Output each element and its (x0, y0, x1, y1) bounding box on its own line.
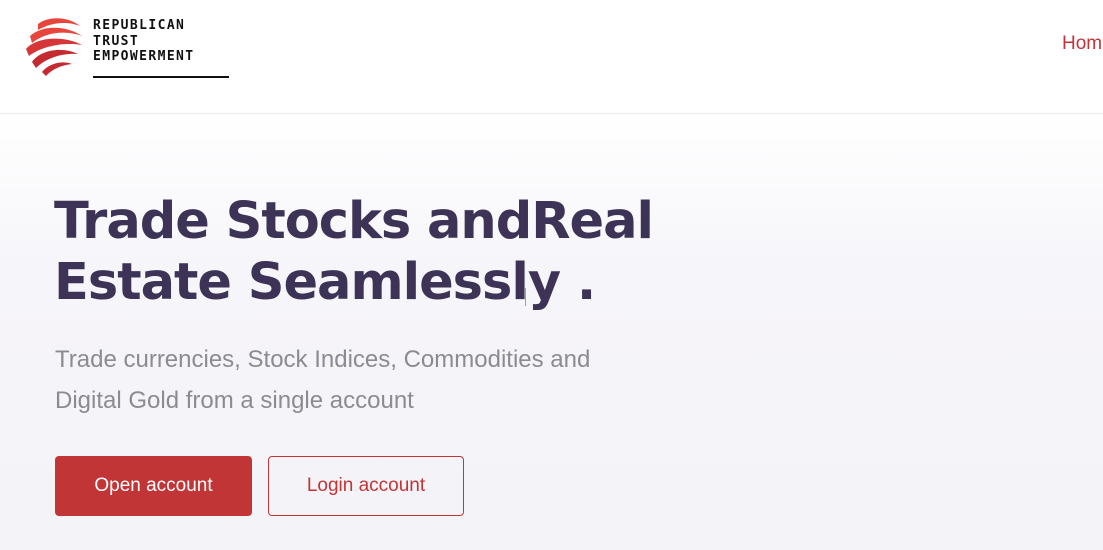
text-cursor (525, 288, 526, 306)
logo-swoosh-icon (26, 18, 82, 76)
logo-line-2: TRUST (93, 33, 140, 49)
hero-title-line-2: Estate Seamlessly . (54, 253, 596, 312)
nav-home-link[interactable]: Hom (1062, 33, 1102, 55)
login-account-button[interactable]: Login account (268, 456, 464, 516)
logo-wordmark: REPUBLICAN TRUST EMPOWERMENT (93, 18, 195, 65)
hero-subtitle-line-1: Trade currencies, Stock Indices, Commodi… (55, 346, 591, 373)
site-logo[interactable]: REPUBLICAN TRUST EMPOWERMENT (24, 14, 234, 78)
hero-subtitle-line-2: Digital Gold from a single account (55, 387, 414, 414)
logo-line-1: REPUBLICAN (93, 18, 186, 33)
hero-title: Trade Stocks andReal Estate Seamlessly . (54, 191, 654, 313)
open-account-button[interactable]: Open account (55, 456, 252, 516)
hero-section: Trade Stocks andReal Estate Seamlessly .… (0, 115, 1103, 550)
hero-title-line-1: Trade Stocks andReal (54, 192, 654, 251)
site-header: REPUBLICAN TRUST EMPOWERMENT Hom (0, 0, 1103, 114)
hero-subtitle: Trade currencies, Stock Indices, Commodi… (55, 339, 590, 421)
logo-line-3: EMPOWERMENT (93, 49, 195, 64)
logo-underline (93, 76, 229, 78)
